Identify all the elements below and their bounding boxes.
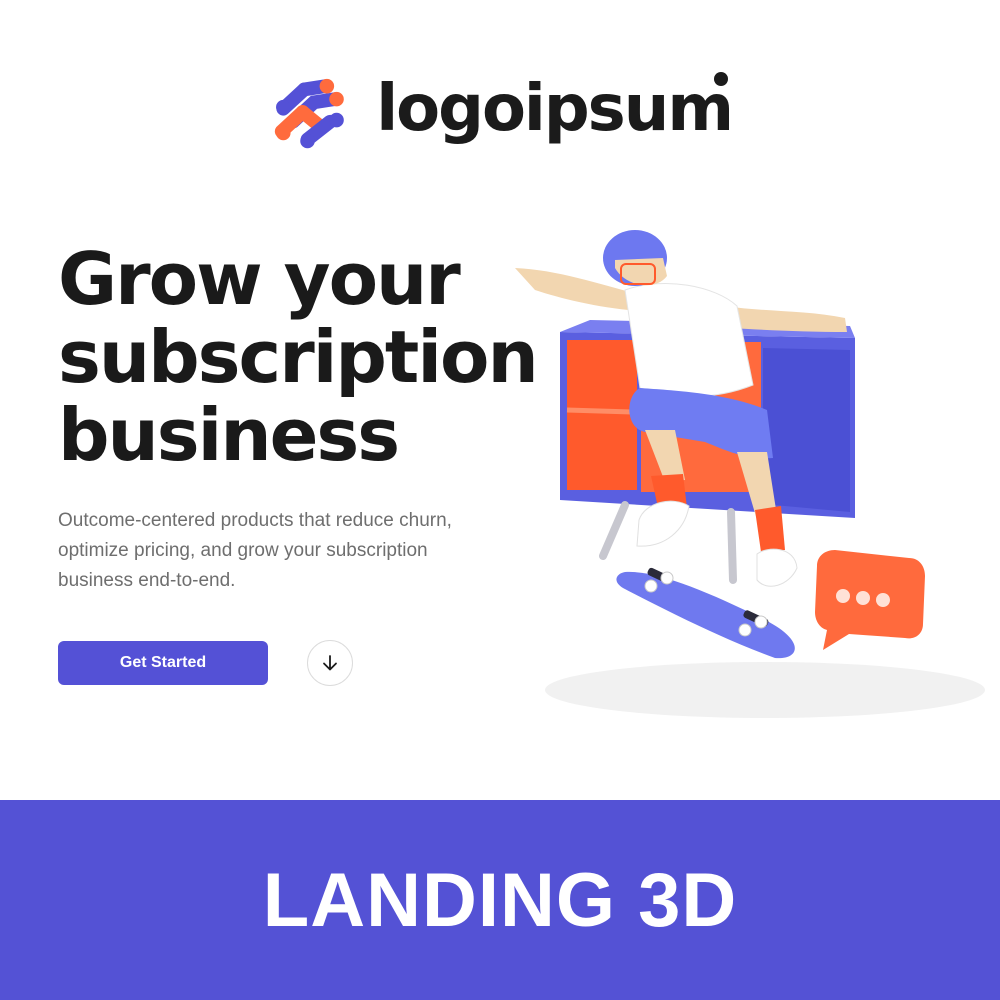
logo-wordmark: logoipsum (376, 72, 734, 146)
footer-banner: LANDING 3D (0, 800, 1000, 1000)
banner-title: LANDING 3D (262, 857, 738, 943)
hero-subtitle: Outcome-centered products that reduce ch… (58, 510, 452, 591)
headline-line-2: subscription (58, 315, 539, 399)
headline-line-3: business (58, 393, 400, 477)
brand-logo[interactable]: logoipsum (272, 62, 734, 162)
floor-shadow (545, 662, 985, 718)
chat-bubble (815, 550, 925, 650)
logo-dot (714, 72, 728, 86)
logo-mark-icon (274, 78, 344, 149)
arrow-down-icon (323, 655, 337, 671)
hero-illustration (515, 230, 985, 718)
scroll-down-button[interactable] (307, 640, 353, 686)
headline-line-1: Grow your (58, 237, 461, 321)
hero-headline: Grow your subscription business (58, 237, 539, 477)
get-started-button[interactable]: Get Started (58, 641, 268, 685)
